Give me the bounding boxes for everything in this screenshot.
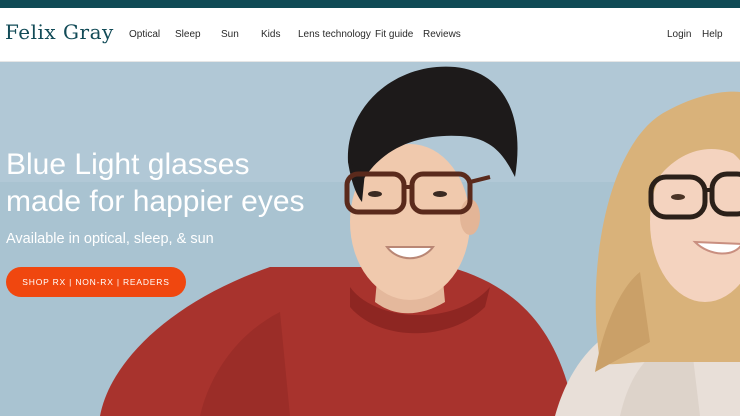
nav-link-optical[interactable]: Optical <box>129 29 160 40</box>
shop-now-button[interactable]: SHOP RX | NON-RX | READERS <box>6 267 186 297</box>
nav-link-kids[interactable]: Kids <box>261 29 280 40</box>
nav-link-sun[interactable]: Sun <box>221 29 239 40</box>
brand-logo[interactable]: Felix Gray <box>5 20 114 44</box>
nav-link-sleep[interactable]: Sleep <box>175 29 201 40</box>
nav-link-reviews[interactable]: Reviews <box>423 29 461 40</box>
hero-subheadline: Available in optical, sleep, & sun <box>6 231 214 247</box>
hero-headline-line-1: Blue Light glasses <box>6 148 250 181</box>
hero-banner: Blue Light glasses made for happier eyes… <box>0 62 740 416</box>
help-link[interactable]: Help <box>702 29 723 40</box>
top-accent-bar <box>0 0 740 8</box>
login-link[interactable]: Login <box>667 29 691 40</box>
nav-link-lens-technology[interactable]: Lens technology <box>298 29 371 40</box>
nav-link-fit-guide[interactable]: Fit guide <box>375 29 413 40</box>
hero-headline-line-2: made for happier eyes <box>6 185 305 218</box>
hero-headline: Blue Light glasses made for happier eyes <box>6 146 336 220</box>
site-header: Felix Gray Optical Sleep Sun Kids Lens t… <box>0 8 740 62</box>
